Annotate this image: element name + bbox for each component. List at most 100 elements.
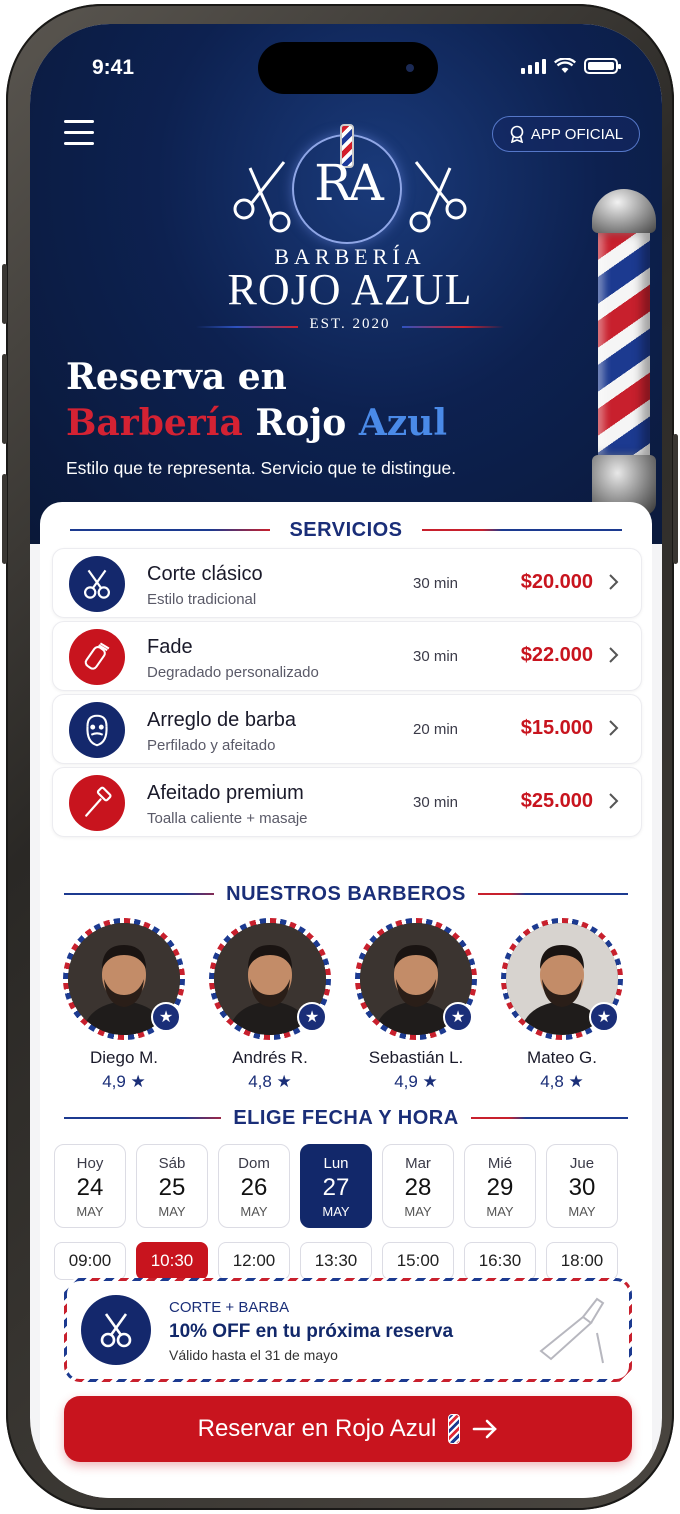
service-row[interactable]: Arreglo de barba Perfilado y afeitado 20 m… xyxy=(52,694,642,764)
chevron-right-icon xyxy=(609,793,619,809)
book-button[interactable]: Reservar en Rojo Azul xyxy=(64,1396,632,1462)
page-title: Reserva en Barbería Rojo Azul xyxy=(66,354,447,446)
logo-line2: ROJO AZUL xyxy=(227,265,473,314)
barbers-heading: NUESTROS BARBEROS xyxy=(40,882,652,906)
promo-tag: CORTE + BARBA xyxy=(169,1299,290,1316)
screen: 9:41 APP OFICIAL RA BARBERÍA ROJO AZUL E… xyxy=(30,24,662,1498)
time-slot[interactable]: 16:30 xyxy=(464,1242,536,1280)
volume-up-button xyxy=(2,264,7,324)
chevron-right-icon xyxy=(609,720,619,736)
title-line1: Reserva en xyxy=(66,356,287,398)
service-desc: Perfilado y afeitado xyxy=(147,737,276,754)
brand-logo: RA BARBERÍA ROJO AZUL EST. 2020 xyxy=(180,104,520,334)
date-day: 24 xyxy=(76,1174,104,1201)
service-name: Corte clásico xyxy=(147,563,263,585)
barber-name: Andrés R. xyxy=(232,1048,308,1067)
service-price: $15.000 xyxy=(520,717,593,739)
menu-button[interactable] xyxy=(64,120,94,146)
barber-rating: 4,8 ★ xyxy=(540,1072,584,1091)
title-word-red: Barbería xyxy=(66,402,243,444)
book-button-label: Reservar en Rojo Azul xyxy=(197,1415,437,1442)
date-month: MAY xyxy=(322,1204,350,1219)
date-option[interactable]: Sáb 25 MAY xyxy=(136,1144,208,1228)
date-option[interactable]: Lun 27 MAY xyxy=(300,1144,372,1228)
promo-card[interactable]: CORTE + BARBA 10% OFF en tu próxima rese… xyxy=(64,1278,632,1382)
date-month: MAY xyxy=(404,1204,432,1219)
barber-card[interactable]: ★ Sebastián L. 4,9 ★ xyxy=(354,918,478,1092)
star-badge-icon: ★ xyxy=(297,1002,327,1032)
date-weekday: Mar xyxy=(405,1155,431,1172)
service-duration: 30 min xyxy=(413,794,459,811)
time-slot[interactable]: 15:00 xyxy=(382,1242,454,1280)
date-weekday: Mié xyxy=(487,1155,513,1172)
date-option[interactable]: Mar 28 MAY xyxy=(382,1144,454,1228)
barber-card[interactable]: ★ Diego M. 4,9 ★ xyxy=(62,918,186,1092)
barber-card[interactable]: ★ Mateo G. 4,8 ★ xyxy=(500,918,624,1092)
star-badge-icon: ★ xyxy=(151,1002,181,1032)
dynamic-island xyxy=(258,42,438,94)
chevron-right-icon xyxy=(609,574,619,590)
star-badge-icon: ★ xyxy=(589,1002,619,1032)
date-weekday: Hoy xyxy=(76,1155,104,1172)
signal-icon xyxy=(521,58,546,74)
service-price: $25.000 xyxy=(520,790,593,812)
service-duration: 30 min xyxy=(413,575,459,592)
hero-banner: 9:41 APP OFICIAL RA BARBERÍA ROJO AZUL E… xyxy=(30,24,662,544)
time-slot[interactable]: 12:00 xyxy=(218,1242,290,1280)
status-icons xyxy=(521,58,621,74)
date-weekday: Lun xyxy=(323,1155,349,1172)
date-option[interactable]: Mié 29 MAY xyxy=(464,1144,536,1228)
barber-pole-icon xyxy=(448,1414,461,1444)
date-month: MAY xyxy=(568,1204,596,1219)
date-month: MAY xyxy=(240,1204,268,1219)
barber-name: Diego M. xyxy=(89,1048,159,1067)
date-option[interactable]: Hoy 24 MAY xyxy=(54,1144,126,1228)
service-price: $22.000 xyxy=(520,644,593,666)
time-slot[interactable]: 09:00 xyxy=(54,1242,126,1280)
scissors-icon xyxy=(69,556,125,612)
date-option[interactable]: Jue 30 MAY xyxy=(546,1144,618,1228)
time-slot[interactable]: 13:30 xyxy=(300,1242,372,1280)
logo-est: EST. 2020 xyxy=(309,316,391,332)
date-day: 26 xyxy=(240,1174,268,1201)
promo-valid: Válido hasta el 31 de mayo xyxy=(169,1347,338,1363)
schedule-title: ELIGE FECHA Y HORA xyxy=(221,1106,471,1130)
barber-pole-illustration xyxy=(586,189,662,519)
service-duration: 30 min xyxy=(413,648,459,665)
service-desc: Toalla caliente + masaje xyxy=(147,810,308,827)
hero-subtitle: Estilo que te representa. Servicio que t… xyxy=(66,458,457,478)
straight-razor-icon xyxy=(539,1297,605,1364)
time-slot[interactable]: 10:30 xyxy=(136,1242,208,1280)
service-row[interactable]: Afeitado premium Toalla caliente + masaje… xyxy=(52,767,642,837)
barber-card[interactable]: ★ Andrés R. 4,8 ★ xyxy=(208,918,332,1092)
service-name: Afeitado premium xyxy=(147,782,304,804)
razor-icon xyxy=(69,775,125,831)
date-month: MAY xyxy=(486,1204,514,1219)
barber-rating: 4,9 ★ xyxy=(394,1072,438,1091)
service-row[interactable]: Corte clásico Estilo tradicional 30 min $20… xyxy=(52,548,642,618)
date-weekday: Sáb xyxy=(158,1155,186,1172)
beard-face-icon xyxy=(69,702,125,758)
date-day: 27 xyxy=(322,1174,350,1201)
chevron-right-icon xyxy=(609,647,619,663)
service-name: Arreglo de barba xyxy=(147,709,296,731)
service-price: $20.000 xyxy=(520,571,593,593)
service-desc: Degradado personalizado xyxy=(147,664,319,681)
volume-down-button xyxy=(2,354,7,444)
date-day: 25 xyxy=(158,1174,186,1201)
date-day: 30 xyxy=(568,1174,596,1201)
barber-name: Sebastián L. xyxy=(368,1048,464,1067)
date-day: 28 xyxy=(404,1174,432,1201)
promo-title: 10% OFF en tu próxima reserva xyxy=(169,1321,454,1342)
title-word-blue: Azul xyxy=(358,402,448,444)
services-title: SERVICIOS xyxy=(277,518,415,542)
date-option[interactable]: Dom 26 MAY xyxy=(218,1144,290,1228)
official-badge-label: APP OFICIAL xyxy=(530,125,624,143)
date-weekday: Jue xyxy=(569,1155,595,1172)
scissors-icon xyxy=(81,1295,151,1365)
service-row[interactable]: Fade Degradado personalizado 30 min $22.000 xyxy=(52,621,642,691)
service-duration: 20 min xyxy=(413,721,459,738)
time-slot[interactable]: 18:00 xyxy=(546,1242,618,1280)
date-month: MAY xyxy=(76,1204,104,1219)
wifi-icon xyxy=(554,58,576,73)
